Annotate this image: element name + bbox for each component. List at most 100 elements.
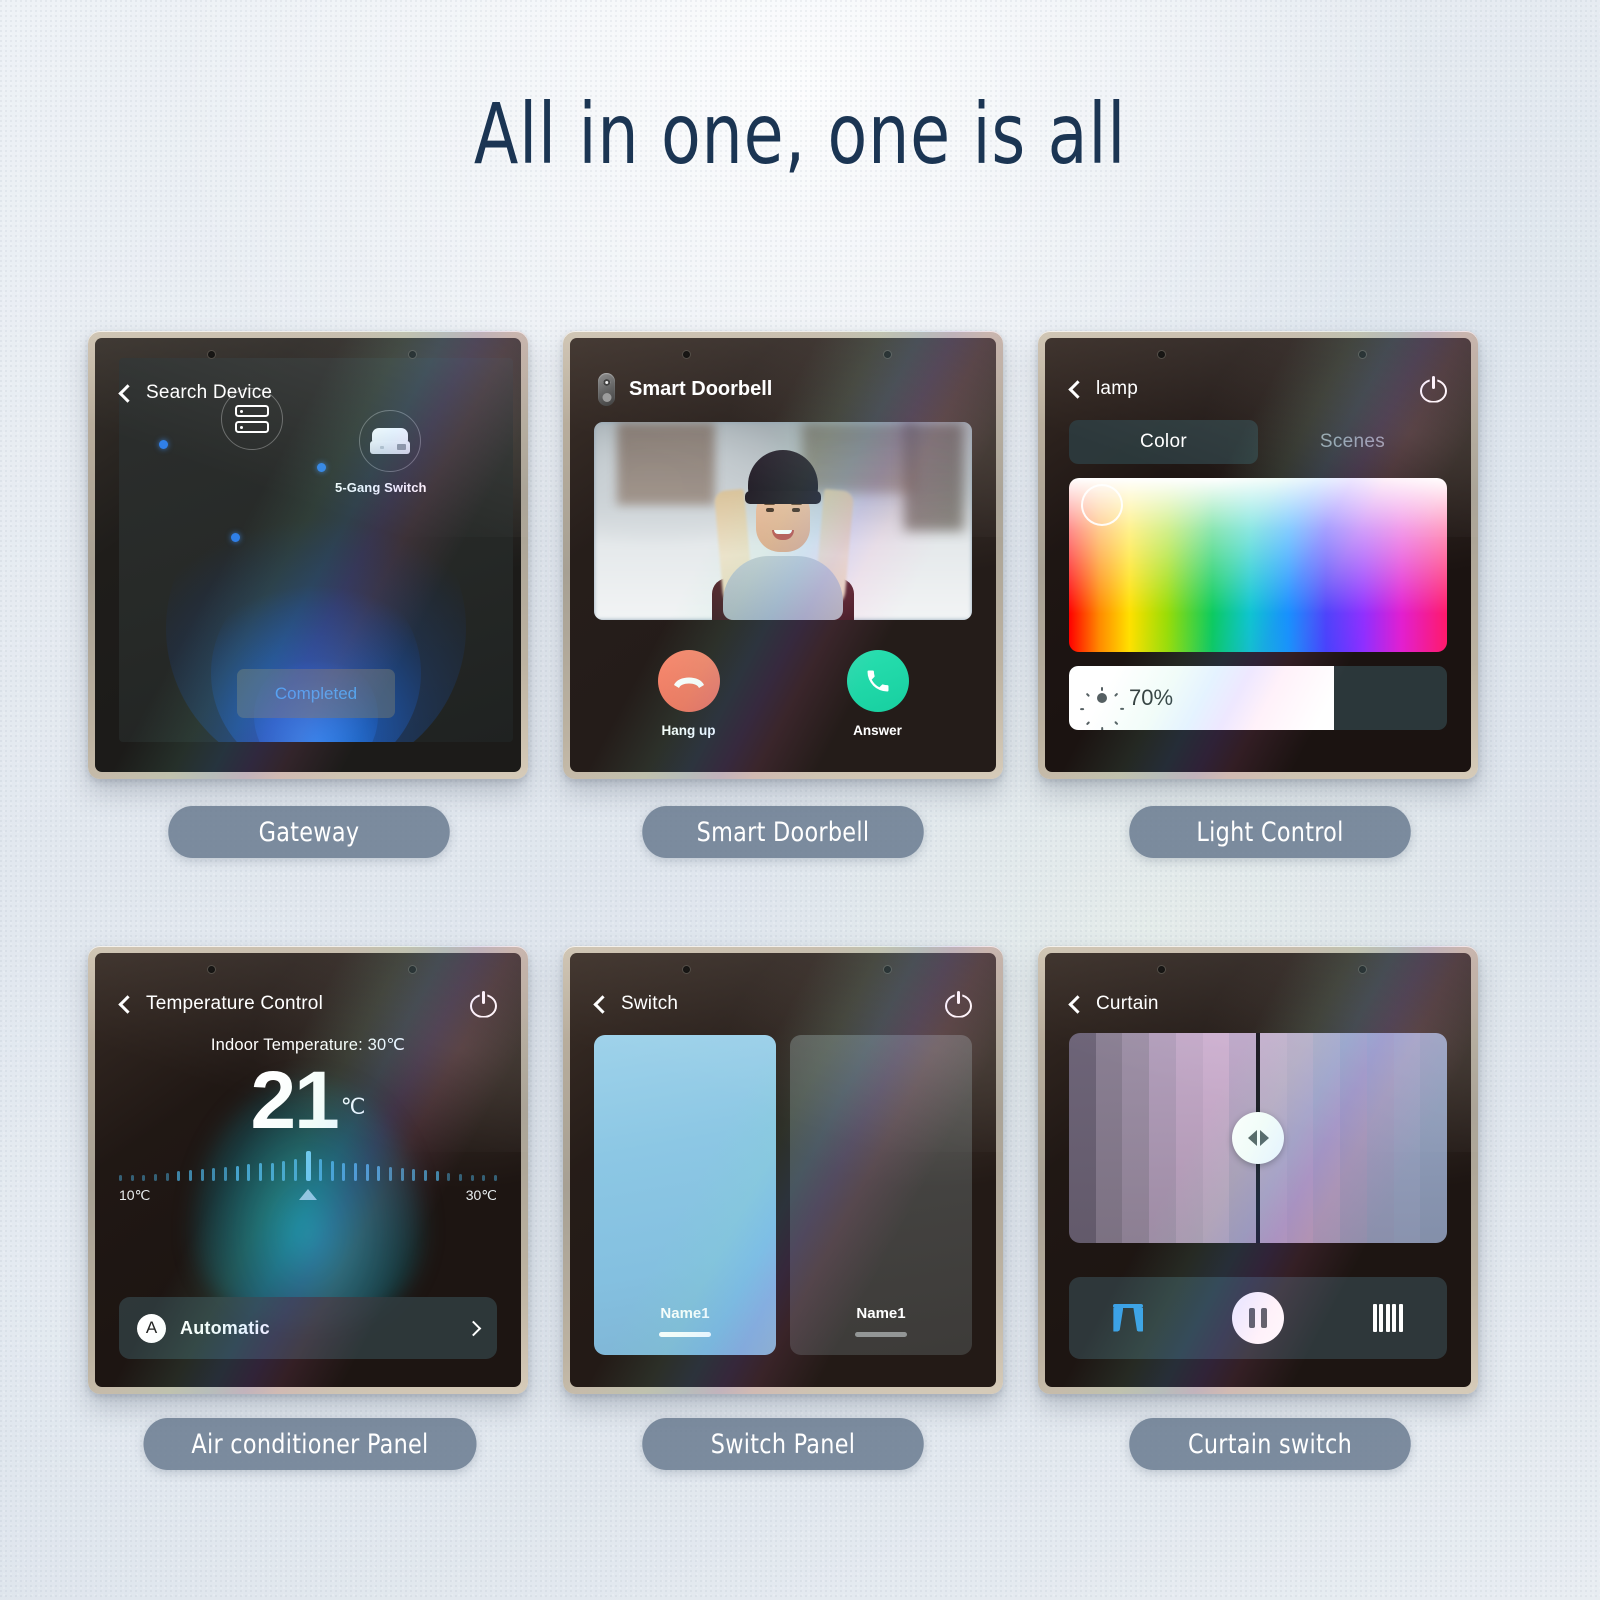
curtain-drag-handle[interactable] — [1232, 1112, 1284, 1164]
camera-sensor-icon — [207, 965, 216, 974]
answer-button[interactable] — [846, 650, 909, 712]
page-title: Smart Doorbell — [629, 377, 773, 400]
header-row: Search Device — [118, 376, 497, 410]
back-chevron-icon[interactable] — [593, 994, 612, 1014]
radar-dot — [231, 533, 240, 542]
panel-curtain[interactable]: Curtain — [1038, 946, 1478, 1394]
proximity-sensor-icon — [408, 965, 417, 974]
brightness-readout: 70% — [1080, 666, 1173, 730]
indoor-temperature: Indoor Temperature: 30℃ — [210, 1036, 406, 1054]
brightness-slider[interactable]: 70% — [1069, 666, 1447, 730]
power-icon[interactable] — [945, 990, 972, 1018]
header-row: Temperature Control — [118, 987, 497, 1021]
doorbell-content: Smart Doorbell Hang up Answer — [594, 372, 972, 744]
sensor-row — [95, 965, 521, 979]
curtain-close-icon[interactable] — [1372, 1304, 1403, 1332]
caption-curtain-switch: Curtain switch — [1129, 1418, 1411, 1470]
temperature-range: 10℃ 30℃ — [119, 1187, 497, 1204]
answer-label: Answer — [853, 723, 902, 738]
page-title: Curtain — [1096, 993, 1159, 1014]
curtain-content: Curtain — [1068, 987, 1447, 1359]
caption-air-conditioner: Air conditioner Panel — [143, 1418, 477, 1470]
switch-content: Switch Name1 Name1 — [593, 987, 972, 1359]
panel-switch[interactable]: Switch Name1 Name1 — [563, 946, 1003, 1394]
light-content: lamp Color Scenes 70% — [1068, 372, 1447, 744]
curtain-controls — [1069, 1277, 1447, 1359]
hangup-label: Hang up — [661, 723, 716, 738]
camera-sensor-icon — [207, 350, 216, 359]
panel-gateway[interactable]: 5-Gang Switch Completed Search Device — [88, 331, 528, 779]
caption-smart-doorbell: Smart Doorbell — [642, 806, 924, 858]
switch-card-2[interactable]: Name1 — [790, 1035, 972, 1355]
thermostat-screen: Temperature Control Indoor Temperature: … — [95, 953, 521, 1387]
back-chevron-icon[interactable] — [118, 383, 137, 403]
sensor-row — [570, 965, 996, 979]
color-picker[interactable] — [1069, 478, 1447, 652]
caption-switch-panel: Switch Panel — [642, 1418, 924, 1470]
curtain-pause-button[interactable] — [1231, 1292, 1284, 1344]
doorbell-icon — [598, 372, 615, 406]
color-picker-knob[interactable] — [1081, 484, 1123, 526]
power-icon[interactable] — [1420, 375, 1447, 403]
sensor-row — [570, 350, 996, 364]
power-icon[interactable] — [470, 990, 497, 1018]
curtain-left-leaf[interactable] — [1069, 1033, 1257, 1243]
camera-sensor-icon — [682, 965, 691, 974]
panel-grid: 5-Gang Switch Completed Search Device Ga… — [0, 0, 1600, 1600]
sensor-row — [1045, 350, 1471, 364]
discovered-device-node[interactable] — [359, 410, 421, 472]
range-min-label: 10℃ — [119, 1187, 151, 1204]
panel-air-conditioner[interactable]: Temperature Control Indoor Temperature: … — [88, 946, 528, 1394]
camera-sensor-icon — [1157, 350, 1166, 359]
panel-light-control[interactable]: lamp Color Scenes 70% — [1038, 331, 1478, 779]
setpoint-display: 21 ℃ — [119, 1060, 497, 1142]
hangup-action[interactable]: Hang up — [657, 650, 720, 738]
tab-scenes[interactable]: Scenes — [1258, 420, 1447, 464]
header-row: lamp — [1068, 372, 1447, 406]
answer-action[interactable]: Answer — [846, 650, 909, 738]
discovered-device-label: 5-Gang Switch — [335, 480, 427, 495]
setpoint-unit: ℃ — [340, 1094, 366, 1119]
proximity-sensor-icon — [883, 965, 892, 974]
proximity-sensor-icon — [408, 350, 417, 359]
gateway-header: Search Device — [118, 376, 497, 410]
panel-smart-doorbell[interactable]: Smart Doorbell Hang up Answer — [563, 331, 1003, 779]
switch-state-indicator — [855, 1332, 907, 1337]
sensor-row — [1045, 965, 1471, 979]
proximity-sensor-icon — [883, 350, 892, 359]
curtain-open-icon[interactable] — [1113, 1304, 1144, 1332]
video-feed[interactable] — [594, 422, 972, 620]
curtain-right-leaf[interactable] — [1260, 1033, 1447, 1243]
proximity-sensor-icon — [1358, 350, 1367, 359]
camera-sensor-icon — [1157, 965, 1166, 974]
light-tabs: Color Scenes — [1069, 420, 1447, 464]
gateway-content: 5-Gang Switch Completed — [119, 358, 513, 742]
mode-row[interactable]: A Automatic — [119, 1297, 497, 1359]
header-row: Curtain — [1068, 987, 1447, 1021]
light-screen: lamp Color Scenes 70% — [1045, 338, 1471, 772]
temperature-scale[interactable] — [119, 1147, 497, 1182]
curtain-visual[interactable] — [1069, 1033, 1447, 1243]
tab-color[interactable]: Color — [1069, 420, 1258, 464]
thermostat-content: Temperature Control Indoor Temperature: … — [118, 987, 497, 1359]
header-row: Smart Doorbell — [594, 372, 972, 406]
switch-card-1[interactable]: Name1 — [594, 1035, 776, 1355]
page-title: Search Device — [146, 382, 273, 403]
brightness-icon — [1080, 687, 1124, 730]
curtain-screen: Curtain — [1045, 953, 1471, 1387]
proximity-sensor-icon — [1358, 965, 1367, 974]
visitor-image — [711, 450, 855, 620]
back-chevron-icon[interactable] — [1068, 379, 1087, 399]
back-chevron-icon[interactable] — [1068, 994, 1087, 1014]
hangup-button[interactable] — [657, 650, 720, 712]
page-title: Temperature Control — [146, 993, 323, 1014]
chevron-right-icon[interactable] — [465, 1320, 482, 1336]
camera-sensor-icon — [682, 350, 691, 359]
completed-button[interactable]: Completed — [237, 669, 395, 718]
back-chevron-icon[interactable] — [118, 994, 137, 1014]
setpoint-caret-icon — [299, 1189, 317, 1201]
range-max-label: 30℃ — [465, 1187, 497, 1204]
gang-switch-icon — [370, 428, 410, 454]
arrow-right-icon — [1259, 1130, 1269, 1146]
switch-state-indicator — [659, 1332, 711, 1337]
